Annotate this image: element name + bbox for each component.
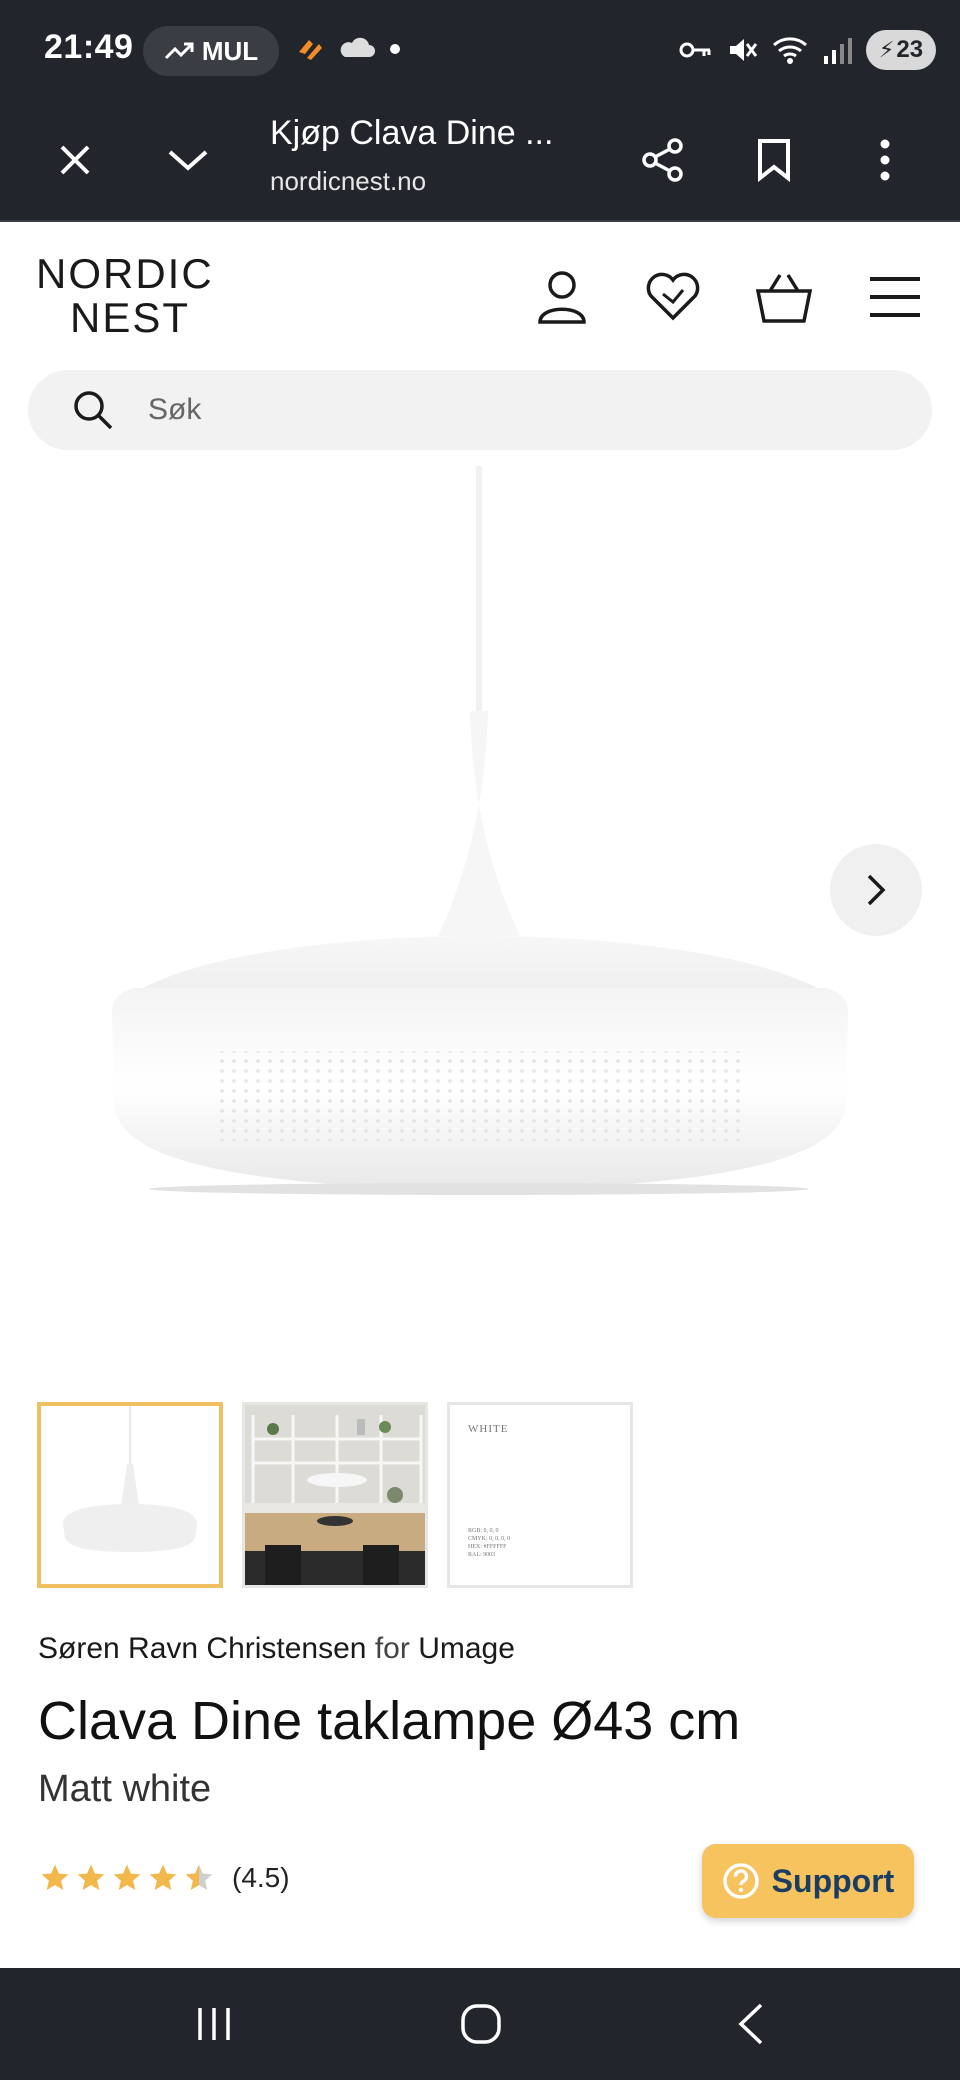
- home-button[interactable]: [441, 1994, 521, 2054]
- status-time: 21:49: [44, 28, 134, 66]
- share-button[interactable]: [633, 130, 693, 190]
- status-pill: MUL: [143, 26, 279, 76]
- wishlist-button[interactable]: [638, 262, 708, 332]
- star-icon: [149, 1864, 177, 1890]
- star-icon: [77, 1864, 105, 1890]
- help-circle-icon: [722, 1863, 759, 1899]
- close-tab-button[interactable]: [45, 130, 105, 190]
- recent-apps-button[interactable]: [174, 1994, 254, 2054]
- back-button[interactable]: [711, 1994, 791, 2054]
- battery-level: 23: [896, 36, 924, 63]
- fire-icon: [299, 40, 322, 60]
- thumbnail-1[interactable]: [37, 1402, 223, 1588]
- product-title: Clava Dine taklampe Ø43 cm: [38, 1691, 741, 1751]
- thumbnail-3[interactable]: WHITE RGB: 0, 0, 0 CMYK: 0, 0, 0, 0 HEX:…: [447, 1402, 633, 1588]
- color-codes: RGB: 0, 0, 0 CMYK: 0, 0, 0, 0 HEX: #FFFF…: [468, 1527, 510, 1559]
- color-code-hex: HEX: #FFFFFF: [468, 1544, 507, 1550]
- heart-icon: [646, 272, 700, 321]
- half-star-icon: [185, 1864, 213, 1890]
- page-title[interactable]: Kjøp Clava Dine ...: [270, 114, 553, 153]
- kitchen-scene-thumbnail-image: [245, 1405, 425, 1585]
- hamburger-icon: [870, 277, 920, 317]
- collapse-button[interactable]: [158, 130, 218, 190]
- basket-icon: [755, 274, 813, 323]
- wifi-icon: [773, 37, 807, 64]
- star-icon: [41, 1864, 69, 1890]
- designer-link[interactable]: Søren Ravn Christensen: [38, 1632, 366, 1665]
- status-pill-label: MUL: [201, 35, 259, 66]
- rating[interactable]: (4.5): [38, 1862, 290, 1894]
- account-button[interactable]: [527, 262, 597, 332]
- signal-icon: [824, 38, 852, 64]
- dot-icon: [390, 44, 400, 54]
- logo-line2: NEST: [70, 294, 191, 341]
- color-swatch-label: WHITE: [468, 1423, 509, 1435]
- color-code-rgb: RGB: 0, 0, 0: [468, 1528, 499, 1534]
- next-image-button[interactable]: [830, 844, 922, 936]
- nordic-nest-logo[interactable]: NORDIC NEST: [36, 252, 214, 340]
- rating-value: (4.5): [232, 1862, 290, 1893]
- product-image[interactable]: [0, 466, 960, 1366]
- more-menu-button[interactable]: [855, 130, 915, 190]
- lamp-thumbnail-image: [63, 1406, 197, 1552]
- color-code-cmyk: CMYK: 0, 0, 0, 0: [468, 1536, 511, 1542]
- more-vertical-icon: [880, 139, 890, 181]
- status-bar: 21:49 MUL ⚡ 23: [0, 0, 960, 100]
- for-text: for: [374, 1632, 410, 1665]
- designer-brand-line: Søren Ravn Christensen for Umage: [38, 1632, 515, 1666]
- brand-link[interactable]: Umage: [418, 1632, 515, 1665]
- chevron-right-icon: [867, 874, 886, 906]
- cloud-icon: [340, 37, 375, 57]
- cart-button[interactable]: [749, 262, 819, 332]
- key-icon: [679, 42, 711, 58]
- close-icon: [60, 145, 90, 175]
- thumbnail-2[interactable]: [242, 1402, 428, 1588]
- bookmark-button[interactable]: [744, 130, 804, 190]
- product-variant: Matt white: [38, 1768, 212, 1810]
- browser-toolbar: Kjøp Clava Dine ... nordicnest.no: [0, 100, 960, 222]
- chevron-down-icon: [168, 150, 208, 171]
- search-icon: [58, 375, 128, 445]
- bookmark-icon: [758, 139, 790, 182]
- support-label: Support: [771, 1862, 895, 1899]
- page-url[interactable]: nordicnest.no: [270, 166, 426, 197]
- mute-icon: [730, 39, 758, 61]
- menu-button[interactable]: [860, 262, 930, 332]
- back-icon: [738, 2003, 763, 2045]
- pendant-lamp-image: [112, 466, 848, 1195]
- trend-up-icon: [164, 42, 194, 60]
- home-icon: [461, 2004, 501, 2044]
- star-icon: [113, 1864, 141, 1890]
- share-icon: [642, 138, 683, 182]
- recents-icon: [198, 2008, 230, 2040]
- search-bar[interactable]: [28, 370, 932, 450]
- search-input[interactable]: [148, 393, 848, 427]
- battery-icon: ⚡ 23: [866, 30, 936, 70]
- color-code-ral: RAL: 9003: [468, 1552, 496, 1558]
- system-nav-bar: [0, 1968, 960, 2080]
- support-button[interactable]: Support: [702, 1844, 914, 1918]
- logo-line1: NORDIC: [36, 250, 214, 297]
- user-icon: [538, 271, 586, 324]
